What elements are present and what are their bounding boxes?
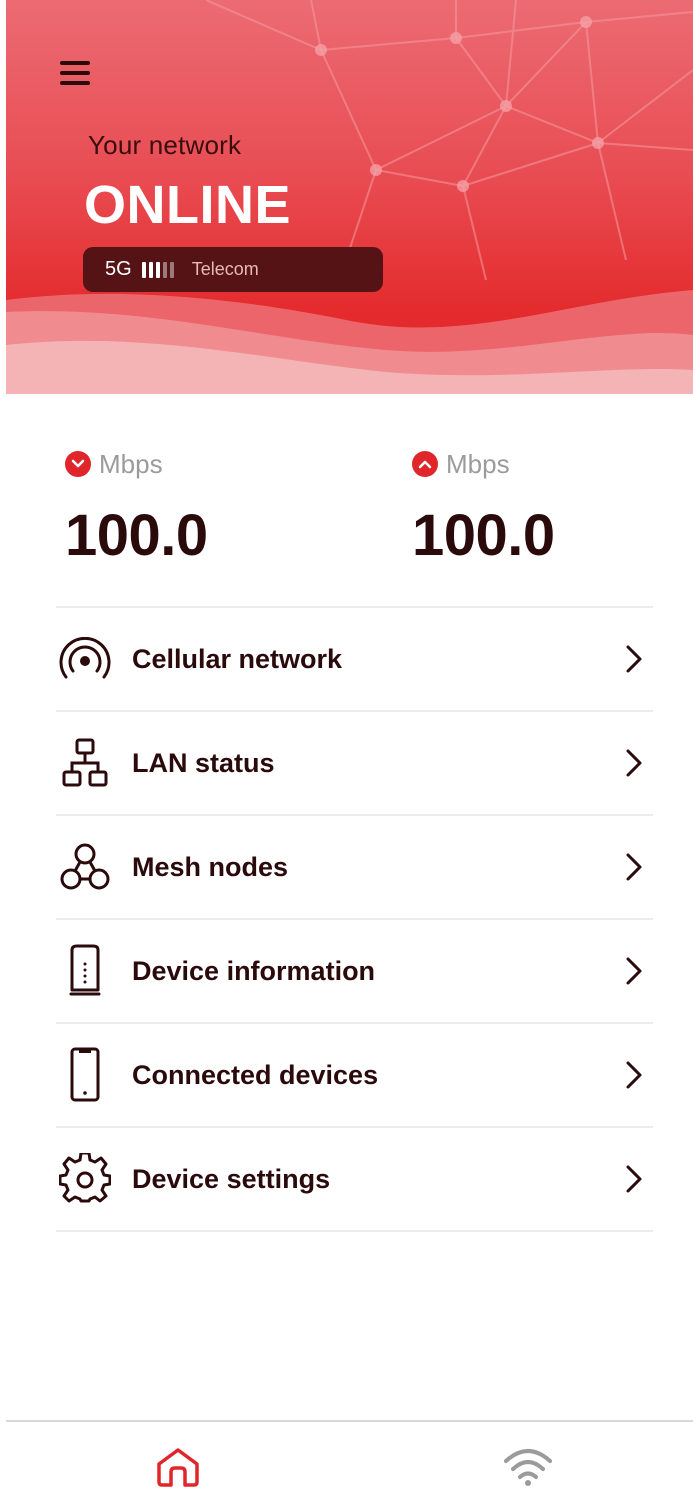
- menu-item-lan-status[interactable]: LAN status: [56, 712, 653, 814]
- wifi-icon: [502, 1447, 554, 1492]
- upload-speed: Mbps 100.0: [412, 448, 555, 569]
- chevron-right-icon: [619, 1055, 649, 1095]
- chevron-down-circle-icon: [65, 451, 91, 477]
- cellular-antenna-icon: [56, 630, 114, 688]
- bottom-tab-bar: [6, 1420, 693, 1500]
- network-generation: 5G: [105, 258, 132, 280]
- download-value: 100.0: [65, 503, 208, 568]
- gear-icon: [56, 1150, 114, 1208]
- mesh-nodes-icon: [56, 838, 114, 896]
- signal-strength-icon: [141, 261, 174, 278]
- tab-home[interactable]: [153, 1444, 203, 1494]
- upload-value: 100.0: [412, 503, 555, 568]
- divider: [56, 1230, 653, 1232]
- menu-item-cellular-network[interactable]: Cellular network: [56, 608, 653, 710]
- menu-list: Cellular network LAN status Mesh nodes D…: [56, 606, 653, 1232]
- chevron-right-icon: [619, 743, 649, 783]
- network-status-header: Your network ONLINE 5G Telecom: [6, 0, 693, 394]
- chevron-right-icon: [619, 951, 649, 991]
- lan-network-icon: [56, 734, 114, 792]
- menu-item-label: Cellular network: [132, 643, 343, 674]
- chevron-up-circle-icon: [412, 451, 438, 477]
- menu-item-connected-devices[interactable]: Connected devices: [56, 1024, 653, 1126]
- upload-unit: Mbps: [446, 448, 510, 479]
- hamburger-menu-icon[interactable]: [58, 55, 96, 93]
- carrier-name: Telecom: [191, 259, 259, 279]
- network-status-text: ONLINE: [84, 175, 292, 235]
- chevron-right-icon: [619, 847, 649, 887]
- menu-item-label: Connected devices: [132, 1059, 379, 1090]
- tab-wifi[interactable]: [503, 1444, 553, 1494]
- menu-item-label: Mesh nodes: [132, 851, 289, 882]
- menu-item-label: LAN status: [132, 747, 275, 778]
- menu-item-device-information[interactable]: Device information: [56, 920, 653, 1022]
- chevron-right-icon: [619, 1159, 649, 1199]
- smartphone-icon: [56, 1046, 114, 1104]
- download-unit: Mbps: [99, 448, 163, 479]
- router-device-icon: [56, 942, 114, 1000]
- menu-item-label: Device information: [132, 955, 376, 986]
- chevron-right-icon: [619, 639, 649, 679]
- menu-item-label: Device settings: [132, 1163, 331, 1194]
- menu-item-device-settings[interactable]: Device settings: [56, 1128, 653, 1230]
- menu-item-mesh-nodes[interactable]: Mesh nodes: [56, 816, 653, 918]
- network-badge: 5G Telecom: [83, 247, 383, 292]
- home-icon: [155, 1446, 201, 1493]
- download-speed: Mbps 100.0: [65, 448, 208, 569]
- header-label: Your network: [88, 130, 242, 160]
- app-screen: Your network ONLINE 5G Telecom Mbps 100.…: [0, 0, 693, 1500]
